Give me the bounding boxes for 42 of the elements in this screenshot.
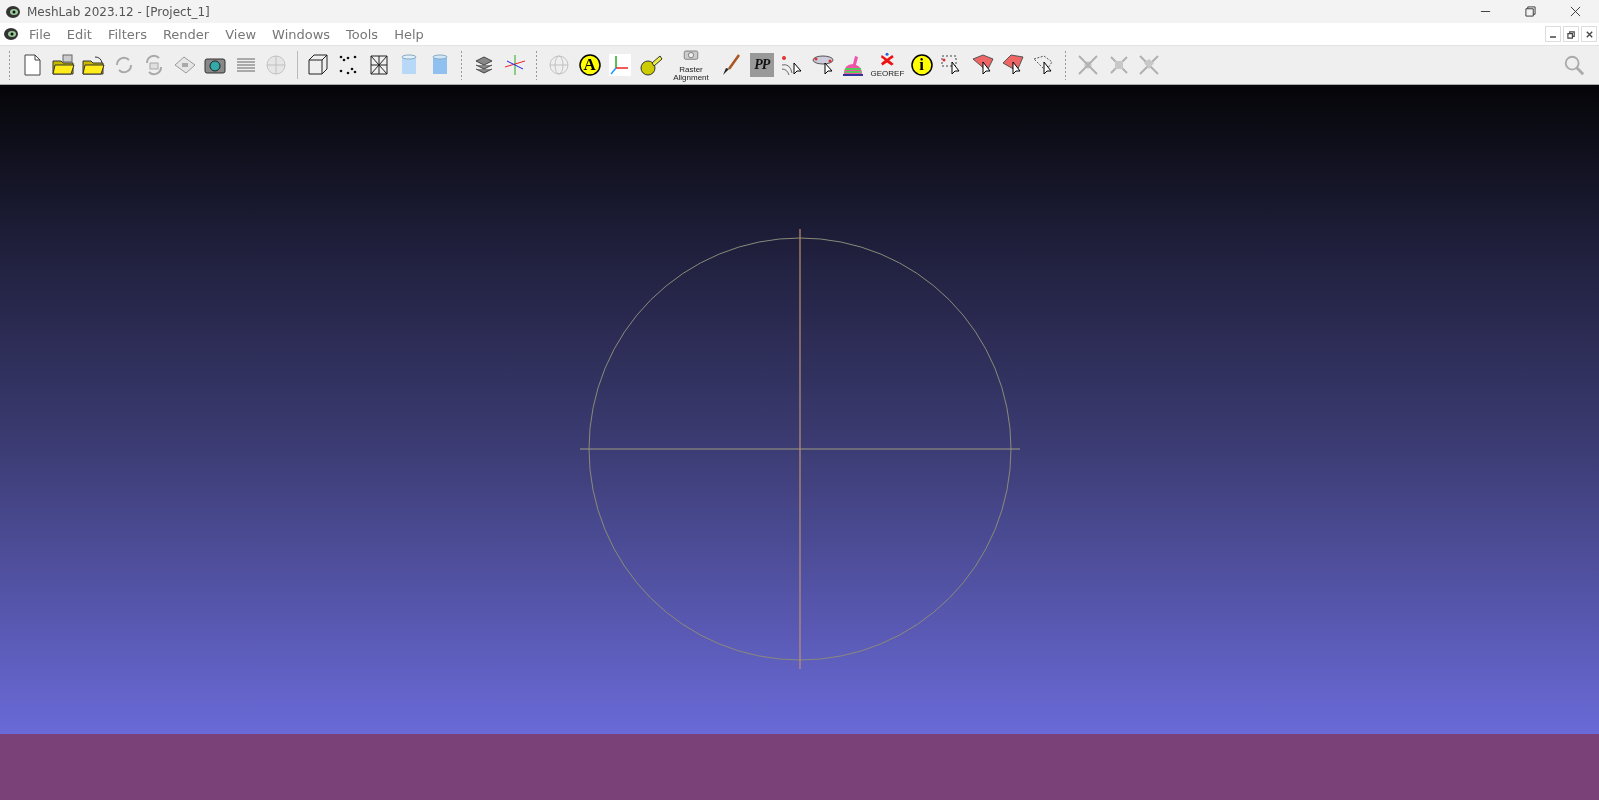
- close-icon[interactable]: [1570, 6, 1581, 17]
- cube-icon: [305, 53, 330, 77]
- minimize-button[interactable]: [1545, 26, 1561, 42]
- folder-icon: [81, 53, 106, 77]
- cross-button[interactable]: GEOREF: [868, 47, 907, 83]
- axes-icon: [608, 53, 633, 77]
- circle-icon: [909, 53, 934, 77]
- vertex-selection-icon: [810, 53, 835, 77]
- 3d-viewport[interactable]: [0, 85, 1599, 734]
- close-button[interactable]: [1581, 26, 1597, 42]
- menu-item[interactable]: Windows: [264, 26, 339, 42]
- pp-logo-icon: [749, 53, 774, 77]
- circle-icon: [577, 53, 602, 77]
- globe-icon: [264, 53, 289, 77]
- menu-item[interactable]: Filters: [99, 26, 155, 42]
- camera-button[interactable]: Raster Alignment: [666, 47, 716, 83]
- eye-logo-icon: [3, 26, 19, 42]
- restore-icon[interactable]: [1525, 6, 1536, 17]
- trackball-drawing[interactable]: [579, 228, 1020, 669]
- menu-item[interactable]: Tools: [338, 26, 387, 42]
- pp-logo-button[interactable]: PP: [746, 49, 777, 81]
- restore-icon: [1566, 29, 1576, 39]
- minimize-icon: [1549, 36, 1557, 38]
- window-title: MeshLab 2023.12 - [Project_1]: [27, 4, 210, 19]
- face-selection-icon: [970, 53, 995, 77]
- crossed-tool-icon: [1137, 53, 1162, 77]
- circle-button[interactable]: i: [906, 49, 937, 81]
- folder-icon: [50, 53, 75, 77]
- globe-icon: [547, 53, 572, 77]
- restore-button[interactable]: [1563, 26, 1579, 42]
- menu-item[interactable]: Render: [154, 26, 218, 42]
- menu-item[interactable]: Edit: [58, 26, 100, 42]
- point-selection-icon: [780, 53, 805, 77]
- close-icon: [1584, 29, 1594, 39]
- axes-icon: [502, 53, 527, 77]
- eye-logo-icon: [5, 3, 21, 20]
- menu-item[interactable]: File: [21, 26, 59, 42]
- circle-button[interactable]: A: [574, 49, 605, 81]
- crossed-tool-icon: [1076, 53, 1101, 77]
- face-selection-icon: [1001, 53, 1026, 77]
- menu-item[interactable]: View: [217, 26, 265, 42]
- menu-item[interactable]: Help: [386, 26, 432, 42]
